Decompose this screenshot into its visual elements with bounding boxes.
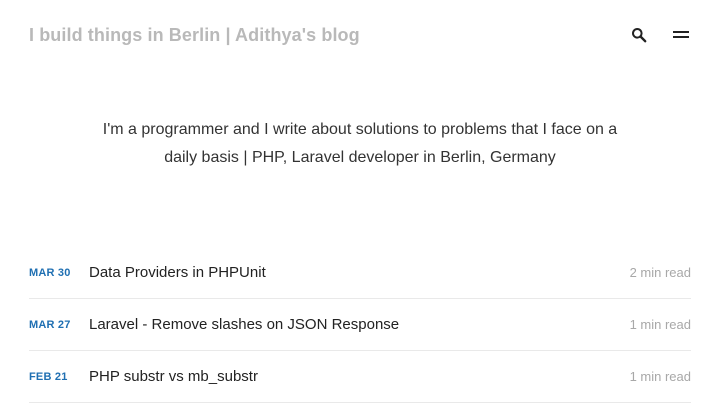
post-title[interactable]: Laravel - Remove slashes on JSON Respons… <box>89 316 630 333</box>
post-date-day: 21 <box>54 370 68 383</box>
header-actions <box>629 25 691 45</box>
post-date-month: FEB <box>29 370 52 383</box>
post-date-day: 30 <box>57 266 71 279</box>
site-title-link[interactable]: I build things in Berlin | Adithya's blo… <box>29 25 360 46</box>
page: I build things in Berlin | Adithya's blo… <box>0 0 720 405</box>
search-icon[interactable] <box>629 25 649 45</box>
site-header: I build things in Berlin | Adithya's blo… <box>29 20 691 50</box>
post-item[interactable]: MAR 30 Data Providers in PHPUnit 2 min r… <box>29 247 691 299</box>
menu-icon[interactable] <box>671 25 691 45</box>
post-date: FEB 21 <box>29 371 89 383</box>
post-title[interactable]: Data Providers in PHPUnit <box>89 264 630 281</box>
post-date-day: 27 <box>57 318 71 331</box>
blog-tagline: I'm a programmer and I write about solut… <box>102 121 618 166</box>
post-item[interactable]: FEB 21 PHP substr vs mb_substr 1 min rea… <box>29 351 691 403</box>
post-date-month: MAR <box>29 318 55 331</box>
post-item[interactable]: MAR 27 Laravel - Remove slashes on JSON … <box>29 299 691 351</box>
post-read-time: 2 min read <box>629 265 691 280</box>
post-date-month: MAR <box>29 266 55 279</box>
post-list: MAR 30 Data Providers in PHPUnit 2 min r… <box>29 247 691 403</box>
post-read-time: 1 min read <box>629 369 691 384</box>
post-title[interactable]: PHP substr vs mb_substr <box>89 368 630 385</box>
post-date: MAR 27 <box>29 319 89 331</box>
post-date: MAR 30 <box>29 267 89 279</box>
post-read-time: 1 min read <box>629 317 691 332</box>
